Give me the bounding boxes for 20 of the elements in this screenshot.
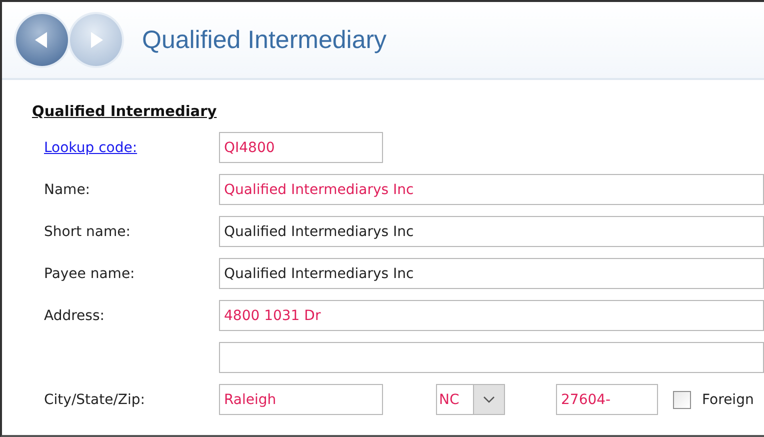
- input-field[interactable]: Qualified Intermediarys Inc: [219, 216, 764, 247]
- input-field[interactable]: 27604-: [556, 384, 658, 415]
- field-label: Payee name:: [43, 266, 136, 282]
- field-label: City/State/Zip:: [43, 392, 146, 408]
- field-label: Address:: [43, 308, 106, 324]
- caret-icon: [483, 396, 495, 404]
- input-field[interactable]: Raleigh: [219, 384, 383, 415]
- field-label: Short name:: [43, 224, 132, 240]
- back-button[interactable]: [16, 14, 68, 66]
- checkbox-label: Foreign: [702, 392, 754, 408]
- page-title: Qualified Intermediary: [142, 26, 387, 54]
- input-field[interactable]: Qualified Intermediarys Inc: [219, 258, 764, 289]
- input-field[interactable]: 4800 1031 Dr: [219, 300, 764, 331]
- checkbox[interactable]: [673, 390, 691, 408]
- input-field[interactable]: QI4800: [219, 132, 383, 163]
- state-dropdown[interactable]: NC: [436, 384, 505, 415]
- lookup-link[interactable]: Lookup code:: [32, 140, 219, 156]
- section-title: Qualified Intermediary: [32, 104, 217, 120]
- field-label: Name:: [43, 182, 92, 198]
- input-field[interactable]: Qualified Intermediarys Inc: [219, 174, 764, 205]
